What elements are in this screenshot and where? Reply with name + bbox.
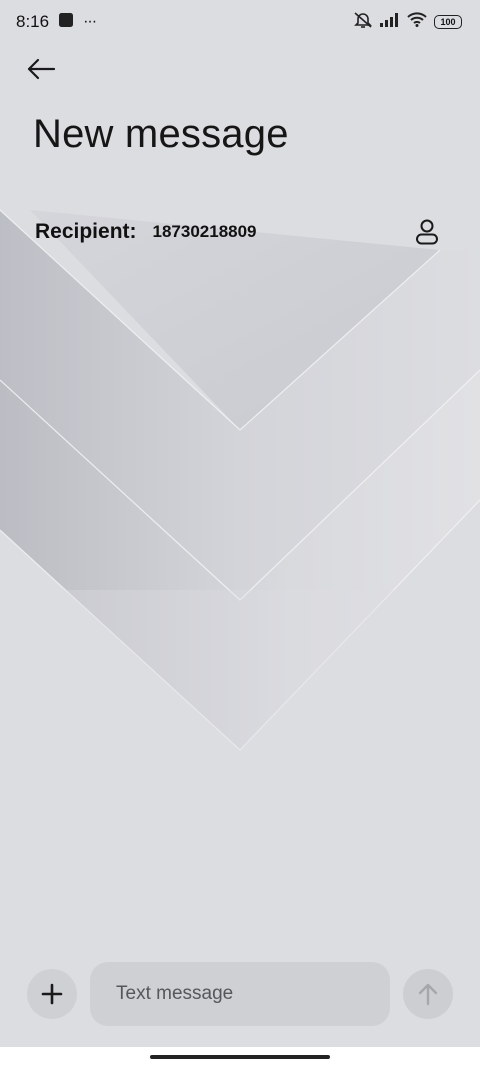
battery-icon: 100: [434, 15, 462, 29]
battery-level: 100: [440, 16, 456, 27]
message-composer: [0, 960, 480, 1028]
message-input[interactable]: [90, 962, 390, 1026]
recipient-label: Recipient:: [35, 220, 137, 243]
attach-button[interactable]: [27, 969, 77, 1019]
notification-dots: ···: [83, 13, 97, 30]
pick-contact-button[interactable]: [409, 214, 445, 250]
plus-icon: [41, 983, 63, 1005]
signal-icon: [380, 12, 400, 32]
status-time: 8:16: [16, 12, 50, 31]
wifi-icon: [407, 12, 427, 32]
arrow-left-icon: [27, 58, 56, 80]
person-icon: [416, 219, 438, 245]
recipient-number[interactable]: 18730218809: [153, 222, 257, 242]
status-bar: 8:16 ··· 100: [0, 0, 480, 44]
home-indicator[interactable]: [150, 1055, 330, 1059]
navigation-bar: [0, 1047, 480, 1067]
arrow-up-icon: [418, 983, 438, 1006]
send-button[interactable]: [403, 969, 453, 1019]
app-notification-icon: [59, 12, 74, 32]
mute-icon: [353, 11, 373, 34]
wallpaper-chevrons: [0, 170, 480, 810]
page-title: New message: [33, 112, 289, 156]
recipient-row[interactable]: Recipient: 18730218809: [35, 212, 445, 252]
back-button[interactable]: [22, 52, 60, 86]
